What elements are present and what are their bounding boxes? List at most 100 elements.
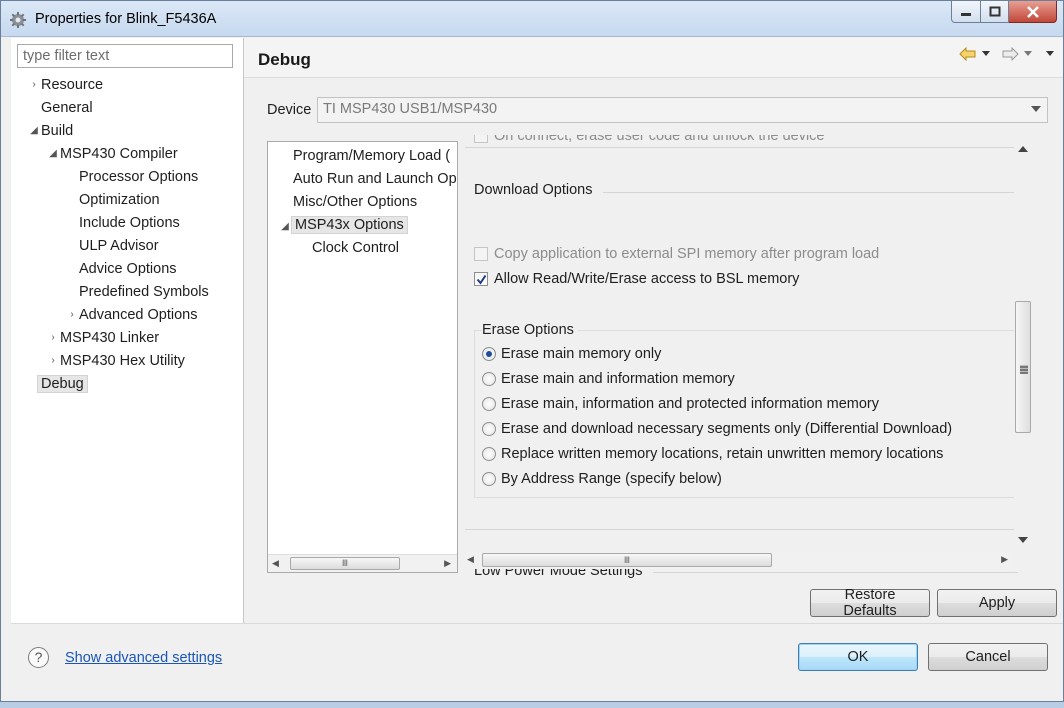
erase-user-code-checkbox[interactable]	[474, 135, 488, 143]
collapse-arrow-icon[interactable]: ◢	[279, 216, 291, 238]
title-bar[interactable]: Properties for Blink_F5436A	[1, 1, 1063, 37]
download-options-title: Download Options	[474, 182, 593, 198]
radio-button[interactable]	[482, 397, 496, 411]
copy-spi-option[interactable]: Copy application to external SPI memory …	[474, 243, 879, 265]
category-auto-run-launch[interactable]: Auto Run and Launch Op	[293, 168, 457, 190]
minimize-button[interactable]	[951, 1, 981, 23]
debug-category-list: Program/Memory Load ( Auto Run and Launc…	[267, 141, 458, 573]
category-horizontal-scrollbar[interactable]: ◀ Ⅲ ▶	[268, 554, 457, 572]
erase-choice-replace-written[interactable]: Replace written memory locations, retain…	[482, 443, 943, 465]
tree-item-label: MSP430 Linker	[60, 330, 160, 346]
page-header: Debug	[244, 38, 1063, 78]
erase-choice-main-only[interactable]: Erase main memory only	[482, 343, 661, 365]
category-program-memory-load[interactable]: Program/Memory Load (	[293, 145, 450, 167]
ok-button[interactable]: OK	[798, 643, 918, 671]
close-icon	[1026, 5, 1039, 18]
erase-choice-main-info[interactable]: Erase main and information memory	[482, 368, 735, 390]
tree-item-advanced-options[interactable]: › Advanced Options	[66, 304, 198, 326]
expand-arrow-icon[interactable]: ›	[66, 304, 78, 326]
erase-choice-address-range[interactable]: By Address Range (specify below)	[482, 468, 722, 490]
erase-user-code-option[interactable]: On connect, erase user code and unlock t…	[474, 135, 824, 147]
radio-button[interactable]	[482, 347, 496, 361]
restore-defaults-button[interactable]: Restore Defaults	[810, 587, 930, 619]
tree-item-label: Include Options	[79, 215, 180, 231]
radio-button[interactable]	[482, 372, 496, 386]
expand-arrow-icon[interactable]: ›	[47, 327, 59, 349]
copy-spi-checkbox[interactable]	[474, 247, 488, 261]
erase-choice-differential[interactable]: Erase and download necessary segments on…	[482, 418, 952, 440]
bsl-access-option[interactable]: Allow Read/Write/Erase access to BSL mem…	[474, 268, 799, 290]
back-arrow-icon[interactable]	[959, 47, 977, 61]
tree-item-ulp-advisor[interactable]: ULP Advisor	[79, 235, 159, 257]
cancel-button[interactable]: Cancel	[928, 643, 1048, 671]
back-menu-chevron-icon[interactable]	[981, 50, 991, 58]
scroll-right-icon[interactable]: ▶	[444, 558, 451, 569]
tree-item-label: MSP430 Hex Utility	[60, 353, 185, 369]
scroll-right-icon[interactable]: ▶	[1001, 554, 1008, 565]
tree-item-msp430-hex-utility[interactable]: › MSP430 Hex Utility	[47, 350, 185, 372]
options-horizontal-scrollbar[interactable]: ◀ Ⅲ ▶	[465, 551, 1010, 569]
footer-divider	[11, 623, 1063, 624]
tree-item-msp430-linker[interactable]: › MSP430 Linker	[47, 327, 159, 349]
erase-choice-main-info-protected[interactable]: Erase main, information and protected in…	[482, 393, 879, 415]
filter-input[interactable]	[17, 44, 233, 68]
collapse-arrow-icon[interactable]: ◢	[47, 143, 59, 165]
tree-item-debug[interactable]: Debug	[37, 373, 88, 395]
erase-choice-label: Erase main and information memory	[501, 371, 735, 387]
tree-item-advice-options[interactable]: Advice Options	[79, 258, 177, 280]
forward-menu-chevron-icon[interactable]	[1023, 50, 1033, 58]
msp43x-options-pane: On connect, erase user code and unlock t…	[465, 135, 1032, 583]
close-button[interactable]	[1009, 1, 1057, 23]
device-select[interactable]: TI MSP430 USB1/MSP430	[317, 97, 1048, 123]
maximize-button[interactable]	[981, 1, 1009, 23]
tree-item-build[interactable]: ◢ Build	[28, 120, 73, 142]
tree-item-label: Optimization	[79, 192, 160, 208]
scroll-thumb[interactable]: Ⅲ	[290, 557, 400, 570]
tree-item-include-options[interactable]: Include Options	[79, 212, 180, 234]
chevron-down-icon	[1031, 106, 1041, 112]
view-menu-chevron-icon[interactable]	[1045, 50, 1055, 58]
tree-item-general[interactable]: General	[41, 97, 93, 119]
expand-arrow-icon[interactable]: ›	[28, 74, 40, 96]
tree-item-label: Build	[41, 123, 74, 139]
scroll-left-icon[interactable]: ◀	[272, 558, 279, 569]
tree-item-label: Advice Options	[79, 261, 177, 277]
erase-options-title: Erase Options	[482, 322, 578, 338]
radio-button[interactable]	[482, 422, 496, 436]
divider	[603, 192, 1018, 193]
options-vertical-scrollbar[interactable]: ▬ ▬ ▬	[1014, 138, 1032, 550]
tree-item-resource[interactable]: › Resource	[28, 74, 103, 96]
bsl-access-checkbox[interactable]	[474, 272, 488, 286]
tree-item-processor-options[interactable]: Processor Options	[79, 166, 198, 188]
scroll-down-icon[interactable]	[1018, 537, 1028, 544]
scroll-thumb[interactable]: Ⅲ	[482, 553, 772, 567]
tree-item-msp430-compiler[interactable]: ◢ MSP430 Compiler	[47, 143, 178, 165]
help-icon[interactable]: ?	[28, 647, 49, 668]
erase-choice-label: Erase main memory only	[501, 346, 662, 362]
erase-choice-label: Replace written memory locations, retain…	[501, 446, 944, 462]
device-label: Device	[267, 102, 312, 118]
scroll-thumb[interactable]: ▬ ▬ ▬	[1015, 301, 1031, 433]
scroll-left-icon[interactable]: ◀	[467, 554, 474, 565]
expand-arrow-icon[interactable]: ›	[47, 350, 59, 372]
erase-choice-label: Erase and download necessary segments on…	[501, 421, 953, 437]
scroll-up-icon[interactable]	[1018, 146, 1028, 153]
category-misc-other-options[interactable]: Misc/Other Options	[293, 191, 417, 213]
apply-button[interactable]: Apply	[937, 589, 1057, 617]
category-msp43x-options[interactable]: ◢ MSP43x Options	[279, 214, 408, 236]
collapse-arrow-icon[interactable]: ◢	[28, 120, 40, 142]
forward-arrow-icon[interactable]	[1001, 47, 1019, 61]
radio-button[interactable]	[482, 472, 496, 486]
tree-item-predefined-symbols[interactable]: Predefined Symbols	[79, 281, 209, 303]
category-clock-control[interactable]: Clock Control	[312, 237, 399, 259]
show-advanced-settings-link[interactable]: Show advanced settings	[65, 650, 222, 666]
maximize-icon	[989, 6, 1000, 17]
radio-button[interactable]	[482, 447, 496, 461]
property-tree-pane: › Resource General ◢ Build ◢ MSP430 Comp…	[11, 38, 244, 623]
tree-item-optimization[interactable]: Optimization	[79, 189, 160, 211]
erase-user-code-label: On connect, erase user code and unlock t…	[494, 135, 825, 144]
tree-item-label: Advanced Options	[79, 307, 198, 323]
device-value: TI MSP430 USB1/MSP430	[323, 101, 498, 117]
grip-icon: ▬ ▬ ▬	[1020, 361, 1028, 376]
bsl-access-label: Allow Read/Write/Erase access to BSL mem…	[494, 271, 800, 287]
